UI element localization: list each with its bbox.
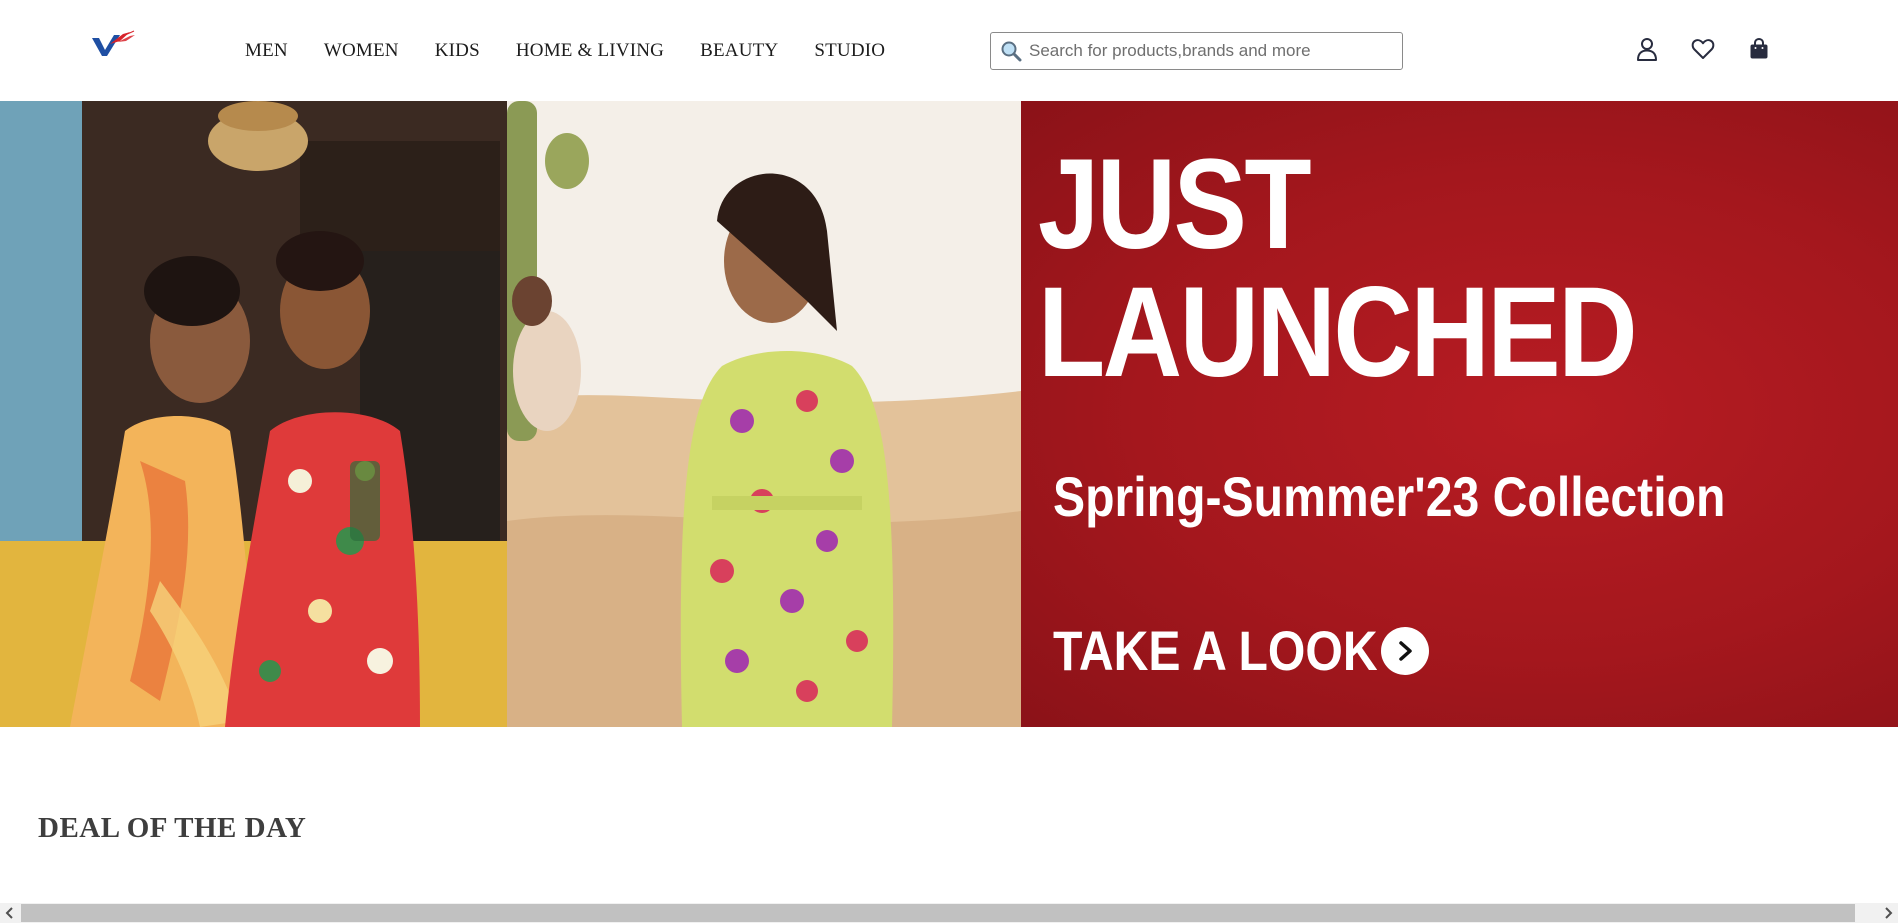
hero-photo-left xyxy=(0,101,507,727)
nav-item-men[interactable]: MEN xyxy=(245,40,288,62)
heart-icon[interactable] xyxy=(1690,36,1716,62)
hero-promo-panel[interactable]: JUST LAUNCHED Spring-Summer'23 Collectio… xyxy=(1021,101,1898,727)
search-icon[interactable] xyxy=(999,39,1023,63)
main-nav: MEN WOMEN KIDS HOME & LIVING BEAUTY STUD… xyxy=(245,0,921,101)
nav-item-kids[interactable]: KIDS xyxy=(435,40,480,62)
take-a-look-button[interactable]: TAKE A LOOK xyxy=(1053,621,1429,681)
hero-banner[interactable]: JUST LAUNCHED Spring-Summer'23 Collectio… xyxy=(0,101,1898,727)
take-a-look-label: TAKE A LOOK xyxy=(1053,619,1378,682)
scrollbar-thumb[interactable] xyxy=(21,904,1855,922)
search-input[interactable] xyxy=(1029,33,1402,69)
search-box xyxy=(990,32,1403,70)
promo-headline: JUST LAUNCHED xyxy=(1038,133,1638,404)
scroll-left-arrow-icon[interactable] xyxy=(0,903,20,923)
horizontal-scrollbar[interactable] xyxy=(0,903,1898,923)
brand-logo[interactable] xyxy=(90,30,136,62)
hero-photo-middle xyxy=(507,101,1021,727)
promo-headline-line-2: LAUNCHED xyxy=(1038,261,1638,404)
shopping-bag-icon[interactable] xyxy=(1746,36,1772,62)
nav-item-beauty[interactable]: BEAUTY xyxy=(700,40,778,62)
chevron-right-icon[interactable] xyxy=(1381,627,1429,675)
page: MEN WOMEN KIDS HOME & LIVING BEAUTY STUD… xyxy=(0,0,1898,923)
scroll-right-arrow-icon[interactable] xyxy=(1878,903,1898,923)
user-icon[interactable] xyxy=(1634,36,1660,62)
nav-item-women[interactable]: WOMEN xyxy=(324,40,399,62)
promo-subtitle: Spring-Summer'23 Collection xyxy=(1053,465,1726,528)
promo-headline-line-1: JUST xyxy=(1038,133,1312,276)
nav-item-home-living[interactable]: HOME & LIVING xyxy=(516,40,664,62)
top-header: MEN WOMEN KIDS HOME & LIVING BEAUTY STUD… xyxy=(0,0,1898,101)
nav-item-studio[interactable]: STUDIO xyxy=(814,40,885,62)
deal-of-the-day-heading: DEAL OF THE DAY xyxy=(38,812,307,844)
